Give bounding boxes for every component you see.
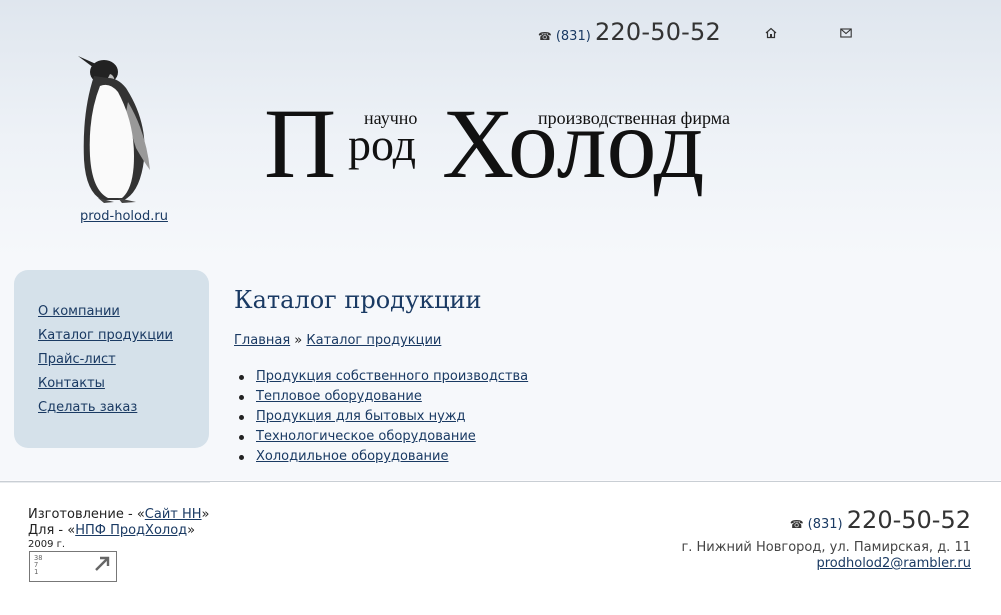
footer-made-by: Изготовление - «Сайт НН»	[28, 507, 210, 523]
sidebar-item-pricelist[interactable]: Прайс-лист	[38, 352, 116, 367]
list-item: Тепловое оборудование	[234, 387, 528, 407]
sidebar-item-order[interactable]: Сделать заказ	[38, 400, 137, 415]
list-item: Продукция собственного производства	[234, 367, 528, 387]
breadcrumb-separator: »	[294, 333, 303, 348]
bullet-icon	[239, 414, 244, 420]
made-prefix: Изготовление - «	[28, 507, 145, 522]
made-for-link[interactable]: НПФ ПродХолод	[75, 523, 187, 538]
footer-address: г. Нижний Новгород, ул. Памирская, д. 11	[681, 540, 971, 555]
catalog-list: Продукция собственного производства Тепл…	[234, 367, 528, 467]
footer-divider-shadow	[0, 482, 210, 483]
list-item: Холодильное оборудование	[234, 447, 528, 467]
bullet-icon	[239, 454, 244, 460]
home-icon[interactable]	[764, 26, 778, 40]
page: ☎ (831) 220-50-52 prod-holod.ru П род Хо…	[0, 0, 1001, 615]
bullet-icon	[239, 434, 244, 440]
sidebar-item-contacts[interactable]: Контакты	[38, 376, 105, 391]
counter-line-3: 1	[34, 568, 39, 576]
made-suffix: »	[201, 507, 210, 522]
logo-nauchno: научно	[364, 108, 418, 128]
phone-number: 220-50-52	[594, 18, 721, 46]
footer-phone: ☎ (831) 220-50-52	[681, 506, 971, 534]
breadcrumb-home[interactable]: Главная	[234, 333, 290, 348]
catalog-technological[interactable]: Технологическое оборудование	[256, 429, 476, 445]
for-suffix: »	[187, 523, 196, 538]
catalog-thermal-equipment[interactable]: Тепловое оборудование	[256, 389, 422, 405]
page-title: Каталог продукции	[234, 286, 482, 314]
sidebar-menu: О компании Каталог продукции Прайс-лист …	[38, 304, 173, 424]
logo-firma: производственная фирма	[538, 108, 730, 128]
breadcrumb-current[interactable]: Каталог продукции	[306, 333, 441, 348]
bullet-icon	[239, 394, 244, 400]
phone-icon: ☎	[538, 30, 552, 43]
company-logo: П род Холод научно производственная фирм…	[264, 94, 774, 208]
list-item: Технологическое оборудование	[234, 427, 528, 447]
logo-letter-p: П	[264, 88, 337, 199]
footer-email-link[interactable]: prodholod2@rambler.ru	[681, 556, 971, 572]
phone-icon: ☎	[789, 518, 804, 531]
list-item: Продукция для бытовых нужд	[234, 407, 528, 427]
footer-phone-number: 220-50-52	[846, 506, 971, 534]
header-phone: ☎ (831) 220-50-52	[538, 18, 721, 46]
site-link[interactable]: prod-holod.ru	[80, 209, 168, 224]
footer-phone-code: (831)	[807, 517, 843, 532]
breadcrumb: Главная » Каталог продукции	[234, 333, 441, 348]
catalog-own-production[interactable]: Продукция собственного производства	[256, 369, 528, 385]
mail-icon[interactable]	[839, 26, 853, 40]
sidebar-item-about[interactable]: О компании	[38, 304, 120, 319]
phone-code: (831)	[555, 29, 591, 44]
catalog-household[interactable]: Продукция для бытовых нужд	[256, 409, 465, 425]
penguin-logo-image	[74, 52, 160, 204]
made-by-link[interactable]: Сайт НН	[145, 507, 202, 522]
footer-made-for: Для - «НПФ ПродХолод»	[28, 523, 210, 539]
footer-contacts: ☎ (831) 220-50-52 г. Нижний Новгород, ул…	[681, 506, 971, 572]
sidebar-item-catalog[interactable]: Каталог продукции	[38, 328, 173, 343]
visitor-counter[interactable]: 38 7 1	[29, 551, 117, 582]
footer-credits: Изготовление - «Сайт НН» Для - «НПФ Прод…	[28, 507, 210, 551]
counter-values: 38 7 1	[34, 555, 42, 576]
sidebar: О компании Каталог продукции Прайс-лист …	[14, 270, 209, 448]
arrow-up-right-icon	[92, 554, 112, 579]
for-prefix: Для - «	[28, 523, 76, 538]
footer-year: 2009 г.	[28, 539, 66, 550]
bullet-icon	[239, 374, 244, 380]
catalog-refrigeration[interactable]: Холодильное оборудование	[256, 449, 449, 465]
